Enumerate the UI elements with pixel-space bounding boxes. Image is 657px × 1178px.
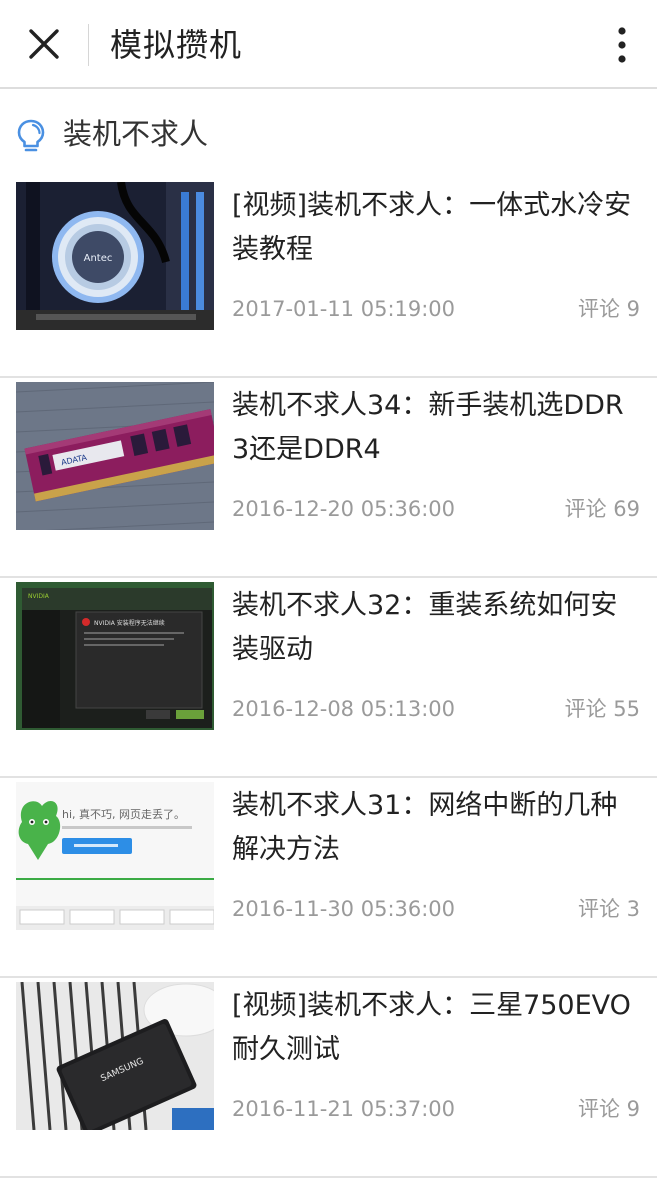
article-list: Antec [视频]装机不求人：一体式水冷安装教程 2017-01-11 05:… — [0, 178, 657, 1178]
article-comment-count: 评论 9 — [577, 1097, 640, 1121]
article-comment-count: 评论 3 — [577, 897, 640, 921]
article-item[interactable]: ADATA 装机不求人34：新手装机选DDR3还是DDR4 2016-12-20… — [0, 378, 657, 578]
article-title[interactable]: [视频]装机不求人：一体式水冷安装教程 — [232, 184, 632, 272]
svg-text:NVIDIA: NVIDIA — [28, 593, 50, 600]
article-date: 2016-12-20 05:36:00 — [232, 497, 456, 521]
section-header: 装机不求人 — [0, 92, 657, 178]
more-vertical-icon — [618, 27, 626, 63]
article-item[interactable]: SAMSUNG [视频]装机不求人：三星750EVO耐久测试 2016-11-2… — [0, 978, 657, 1178]
app-header: 模拟攒机 — [0, 0, 657, 89]
article-title[interactable]: 装机不求人32：重装系统如何安装驱动 — [232, 584, 632, 672]
article-comment-count: 评论 9 — [577, 297, 640, 321]
article-item[interactable]: Antec [视频]装机不求人：一体式水冷安装教程 2017-01-11 05:… — [0, 178, 657, 378]
article-comment-count: 评论 55 — [564, 697, 640, 721]
article-thumbnail: NVIDIA NVIDIA 安装程序无法继续 — [16, 582, 214, 730]
article-date: 2016-11-30 05:36:00 — [232, 897, 456, 921]
more-menu-button[interactable] — [607, 22, 637, 68]
header-divider — [88, 24, 89, 66]
close-button[interactable] — [18, 18, 70, 70]
article-title[interactable]: 装机不求人34：新手装机选DDR3还是DDR4 — [232, 384, 632, 472]
section-title: 装机不求人 — [63, 117, 209, 151]
article-item[interactable]: hi, 真不巧, 网页走丢了。 装机不求人31：网络中断的几种解决方法 2016… — [0, 778, 657, 978]
thumb-dialog-text: NVIDIA 安装程序无法继续 — [94, 619, 165, 627]
lightbulb-icon — [17, 119, 45, 152]
page-title: 模拟攒机 — [110, 26, 243, 64]
article-thumbnail: hi, 真不巧, 网页走丢了。 — [16, 782, 214, 930]
article-date: 2017-01-11 05:19:00 — [232, 297, 456, 321]
article-thumbnail: SAMSUNG — [16, 982, 214, 1130]
close-icon — [29, 29, 59, 59]
article-date: 2016-11-21 05:37:00 — [232, 1097, 456, 1121]
article-title[interactable]: [视频]装机不求人：三星750EVO耐久测试 — [232, 984, 632, 1072]
thumb-brand-text: Antec — [84, 253, 113, 264]
article-title[interactable]: 装机不求人31：网络中断的几种解决方法 — [232, 784, 632, 872]
thumb-error-text: hi, 真不巧, 网页走丢了。 — [62, 807, 185, 821]
article-thumbnail: ADATA — [16, 382, 214, 530]
article-comment-count: 评论 69 — [564, 497, 640, 521]
article-date: 2016-12-08 05:13:00 — [232, 697, 456, 721]
article-thumbnail: Antec — [16, 182, 214, 330]
article-item[interactable]: NVIDIA NVIDIA 安装程序无法继续 装机不求人32：重装系统如何安装驱… — [0, 578, 657, 778]
